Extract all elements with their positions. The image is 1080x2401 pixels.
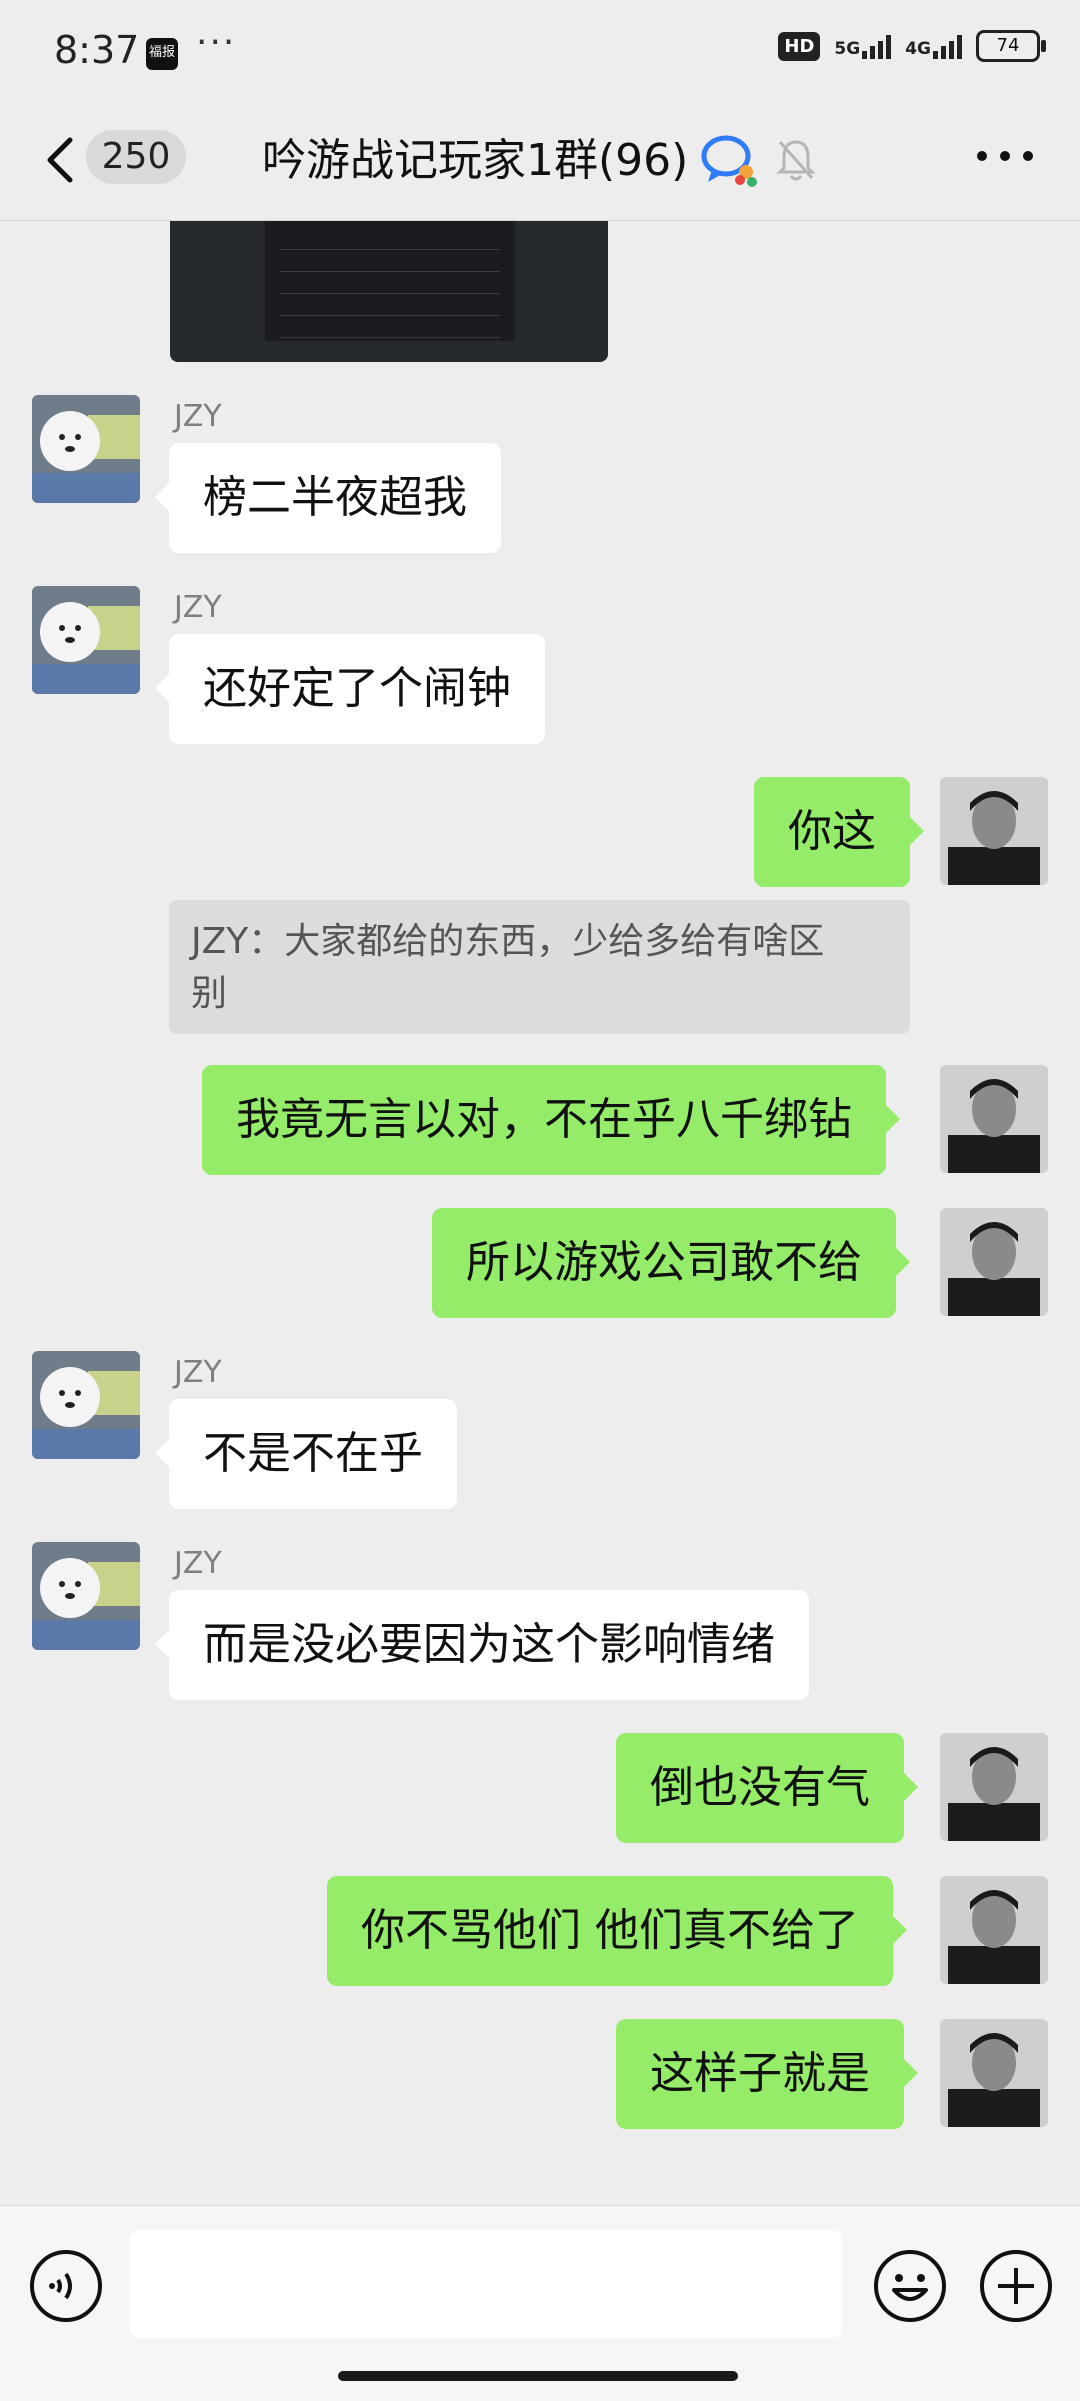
- back-chevron-icon[interactable]: [36, 130, 86, 190]
- chat-bubbles-icon: [701, 135, 757, 187]
- quote-line: JZY：大家都给的东西，少给多给有啥区: [191, 921, 825, 962]
- quote-line: 别: [191, 973, 228, 1014]
- status-bar: 8:37 福报 ··· HD 5G 4G 74: [0, 0, 1080, 100]
- quoted-message[interactable]: JZY：大家都给的东西，少给多给有啥区 别: [169, 900, 910, 1034]
- message-input[interactable]: [130, 2230, 842, 2338]
- screenshot-row: [280, 231, 500, 250]
- battery-icon: 74: [976, 30, 1046, 62]
- status-indicators: HD 5G 4G 74: [778, 30, 1046, 62]
- avatar-self[interactable]: [940, 1876, 1048, 1984]
- signal-5g-icon: 5G: [834, 33, 892, 59]
- avatar-jzy[interactable]: [32, 1351, 140, 1459]
- net-5g-label: 5G: [834, 39, 861, 59]
- status-time: 8:37: [54, 28, 140, 72]
- screenshot-row: [280, 297, 500, 316]
- message-bubble[interactable]: 还好定了个闹钟: [155, 634, 545, 744]
- emoji-icon[interactable]: [872, 2248, 948, 2324]
- more-dots-icon[interactable]: [970, 136, 1040, 176]
- avatar-self[interactable]: [940, 777, 1048, 885]
- sender-name: JZY: [174, 1546, 222, 1581]
- bell-muted-icon: [776, 140, 816, 181]
- avatar-self[interactable]: [940, 1208, 1048, 1316]
- message-bubble[interactable]: 榜二半夜超我: [155, 443, 501, 553]
- chat-title[interactable]: 吟游战记玩家1群(96): [262, 124, 688, 188]
- image-message[interactable]: [170, 221, 608, 362]
- app-notification-icon: 福报: [146, 38, 178, 70]
- avatar-self[interactable]: [940, 2019, 1048, 2127]
- net-4g-label: 4G: [905, 39, 931, 59]
- message-bubble[interactable]: 你这: [754, 777, 924, 887]
- status-overflow: ···: [196, 22, 237, 63]
- signal-bars-icon: [933, 33, 962, 59]
- screenshot-row: [280, 319, 500, 338]
- avatar-jzy[interactable]: [32, 395, 140, 503]
- home-indicator[interactable]: [338, 2371, 738, 2381]
- avatar-jzy[interactable]: [32, 1542, 140, 1650]
- message-bubble[interactable]: 我竟无言以对，不在乎八千绑钻: [202, 1065, 900, 1175]
- voice-icon[interactable]: [28, 2248, 104, 2324]
- message-bubble[interactable]: 不是不在乎: [155, 1399, 457, 1509]
- chat-header: 250 吟游战记玩家1群(96): [0, 100, 1080, 221]
- message-bubble[interactable]: 倒也没有气: [616, 1733, 918, 1843]
- avatar-self[interactable]: [940, 1733, 1048, 1841]
- signal-4g-icon: 4G: [905, 33, 962, 59]
- sender-name: JZY: [174, 399, 222, 434]
- hd-badge: HD: [778, 31, 821, 61]
- message-list[interactable]: JZY 榜二半夜超我 JZY 还好定了个闹钟 你这 JZY：大家都给的东西，少给…: [0, 221, 1080, 2205]
- signal-bars-icon: [862, 33, 892, 59]
- sender-name: JZY: [174, 590, 222, 625]
- unread-count-badge[interactable]: 250: [86, 130, 186, 184]
- message-bubble[interactable]: 而是没必要因为这个影响情绪: [155, 1590, 809, 1700]
- message-bubble[interactable]: 这样子就是: [616, 2019, 918, 2129]
- message-bubble[interactable]: 所以游戏公司敢不给: [432, 1208, 910, 1318]
- screenshot-row: [280, 253, 500, 272]
- message-bubble[interactable]: 你不骂他们 他们真不给了: [327, 1876, 907, 1986]
- avatar-self[interactable]: [940, 1065, 1048, 1173]
- screenshot-row: [280, 275, 500, 294]
- avatar-jzy[interactable]: [32, 586, 140, 694]
- plus-icon[interactable]: [978, 2248, 1054, 2324]
- sender-name: JZY: [174, 1355, 222, 1390]
